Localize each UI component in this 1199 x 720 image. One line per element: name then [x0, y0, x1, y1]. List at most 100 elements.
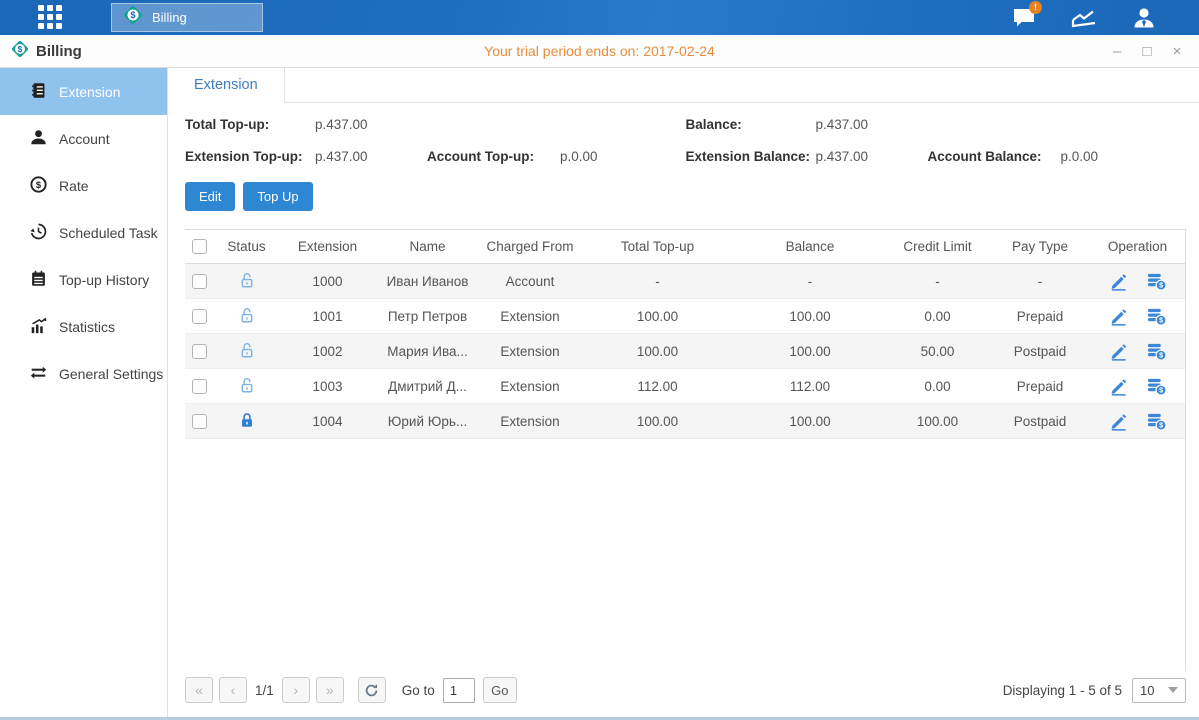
top-up-row-icon[interactable]: $: [1145, 307, 1167, 326]
svg-text:$: $: [1159, 281, 1163, 289]
sidebar-item-statistics[interactable]: Statistics: [0, 303, 167, 350]
refresh-button[interactable]: [358, 677, 386, 703]
page-size-value: 10: [1140, 683, 1154, 698]
account-topup-label: Account Top-up:: [427, 149, 560, 164]
apps-grid-icon[interactable]: [38, 5, 64, 31]
account-balance-value: p.0.00: [1061, 149, 1187, 164]
svg-text:$: $: [36, 179, 42, 189]
edit-row-icon[interactable]: [1108, 307, 1130, 326]
sidebar-item-general-settings[interactable]: General Settings: [0, 350, 167, 397]
row-checkbox[interactable]: [192, 309, 207, 324]
cell-pay-type: Prepaid: [990, 369, 1090, 404]
sidebar-item-label: Statistics: [59, 319, 115, 335]
taskbar-item-label: Billing: [152, 10, 187, 25]
page-indicator: 1/1: [255, 683, 274, 698]
row-checkbox[interactable]: [192, 274, 207, 289]
user-icon[interactable]: [1129, 5, 1159, 31]
cell-charged-from: Account: [480, 264, 580, 299]
prev-page-button[interactable]: ‹: [219, 677, 247, 703]
sidebar-item-rate[interactable]: $ Rate: [0, 162, 167, 209]
window-titlebar: $ Billing Your trial period ends on: 201…: [0, 35, 1199, 68]
extension-topup-value: p.437.00: [315, 149, 427, 164]
cell-name: Дмитрий Д...: [375, 369, 480, 404]
messages-icon[interactable]: !: [1009, 5, 1039, 31]
cell-balance: -: [735, 264, 885, 299]
account-balance-label: Account Balance:: [928, 149, 1061, 164]
row-checkbox[interactable]: [192, 344, 207, 359]
sidebar-item-extension[interactable]: Extension: [0, 68, 167, 115]
table-header-row: Status Extension Name Charged From Total…: [185, 230, 1185, 264]
sidebar-item-label: Top-up History: [59, 272, 149, 288]
page-size-select[interactable]: 10: [1132, 678, 1186, 703]
sidebar-item-label: Scheduled Task: [59, 225, 158, 241]
column-header-pay-type: Pay Type: [990, 230, 1090, 264]
total-topup-value: p.437.00: [315, 117, 427, 132]
close-button[interactable]: ×: [1169, 44, 1185, 59]
go-button[interactable]: Go: [483, 677, 517, 703]
billing-app-window: $ Billing ! $ Billing Your trial period …: [0, 0, 1199, 720]
taskbar-item-billing[interactable]: $ Billing: [111, 3, 263, 32]
edit-row-icon[interactable]: [1108, 342, 1130, 361]
balance-value: p.437.00: [816, 117, 928, 132]
table-row: 1002 Мария Ива... Extension 100.00 100.0…: [185, 334, 1185, 369]
maximize-button[interactable]: □: [1139, 44, 1155, 59]
cell-total-topup: -: [580, 264, 735, 299]
cell-extension: 1004: [280, 404, 375, 439]
sidebar-item-account[interactable]: Account: [0, 115, 167, 162]
cell-credit-limit: -: [885, 264, 990, 299]
cell-balance: 100.00: [735, 299, 885, 334]
locked-status-icon: [238, 417, 256, 432]
pagination-bar: « ‹ 1/1 › » Go to Go Displaying 1 - 5 of…: [168, 671, 1199, 717]
edit-row-icon[interactable]: [1108, 377, 1130, 396]
billing-dollar-diamond-icon: $: [122, 4, 144, 31]
sidebar-item-label: Rate: [59, 178, 89, 194]
sidebar-item-scheduled-task[interactable]: Scheduled Task: [0, 209, 167, 256]
column-header-operation: Operation: [1090, 230, 1185, 264]
cell-pay-type: Postpaid: [990, 334, 1090, 369]
ledger-icon: [30, 82, 47, 102]
bar-chart-icon: [30, 317, 47, 337]
tab-extension[interactable]: Extension: [168, 68, 285, 103]
account-topup-value: p.0.00: [560, 149, 686, 164]
edit-row-icon[interactable]: [1108, 272, 1130, 291]
top-up-row-icon[interactable]: $: [1145, 342, 1167, 361]
cell-extension: 1002: [280, 334, 375, 369]
svg-text:$: $: [130, 10, 135, 20]
edit-button[interactable]: Edit: [185, 182, 235, 211]
edit-row-icon[interactable]: [1108, 412, 1130, 431]
table-row: 1004 Юрий Юрь... Extension 100.00 100.00…: [185, 404, 1185, 439]
column-header-balance: Balance: [735, 230, 885, 264]
cell-credit-limit: 100.00: [885, 404, 990, 439]
billing-dollar-diamond-icon: $: [10, 39, 30, 64]
column-header-extension: Extension: [280, 230, 375, 264]
minimize-button[interactable]: –: [1109, 44, 1125, 59]
last-page-button[interactable]: »: [316, 677, 344, 703]
sidebar-item-topup-history[interactable]: Top-up History: [0, 256, 167, 303]
column-header-credit-limit: Credit Limit: [885, 230, 990, 264]
top-up-row-icon[interactable]: $: [1145, 377, 1167, 396]
top-up-row-icon[interactable]: $: [1145, 412, 1167, 431]
total-topup-label: Total Top-up:: [185, 117, 315, 132]
statistics-chart-icon[interactable]: [1069, 5, 1099, 31]
cell-balance: 112.00: [735, 369, 885, 404]
row-checkbox[interactable]: [192, 379, 207, 394]
goto-page-input[interactable]: [443, 678, 475, 703]
cell-total-topup: 112.00: [580, 369, 735, 404]
row-checkbox[interactable]: [192, 414, 207, 429]
main-panel: Extension Total Top-up: p.437.00 Extensi…: [168, 68, 1199, 717]
sidebar: Extension Account $ Rate Scheduled Task …: [0, 68, 168, 717]
next-page-button[interactable]: ›: [282, 677, 310, 703]
column-header-charged-from: Charged From: [480, 230, 580, 264]
unlocked-status-icon: [238, 382, 256, 397]
select-all-checkbox[interactable]: [192, 239, 207, 254]
top-up-button[interactable]: Top Up: [243, 182, 312, 211]
cell-total-topup: 100.00: [580, 404, 735, 439]
table-row: 1001 Петр Петров Extension 100.00 100.00…: [185, 299, 1185, 334]
first-page-button[interactable]: «: [185, 677, 213, 703]
sidebar-item-label: Extension: [59, 84, 120, 100]
cell-name: Мария Ива...: [375, 334, 480, 369]
cell-extension: 1003: [280, 369, 375, 404]
history-clock-icon: [30, 223, 47, 243]
top-up-row-icon[interactable]: $: [1145, 272, 1167, 291]
svg-text:$: $: [1159, 421, 1163, 429]
